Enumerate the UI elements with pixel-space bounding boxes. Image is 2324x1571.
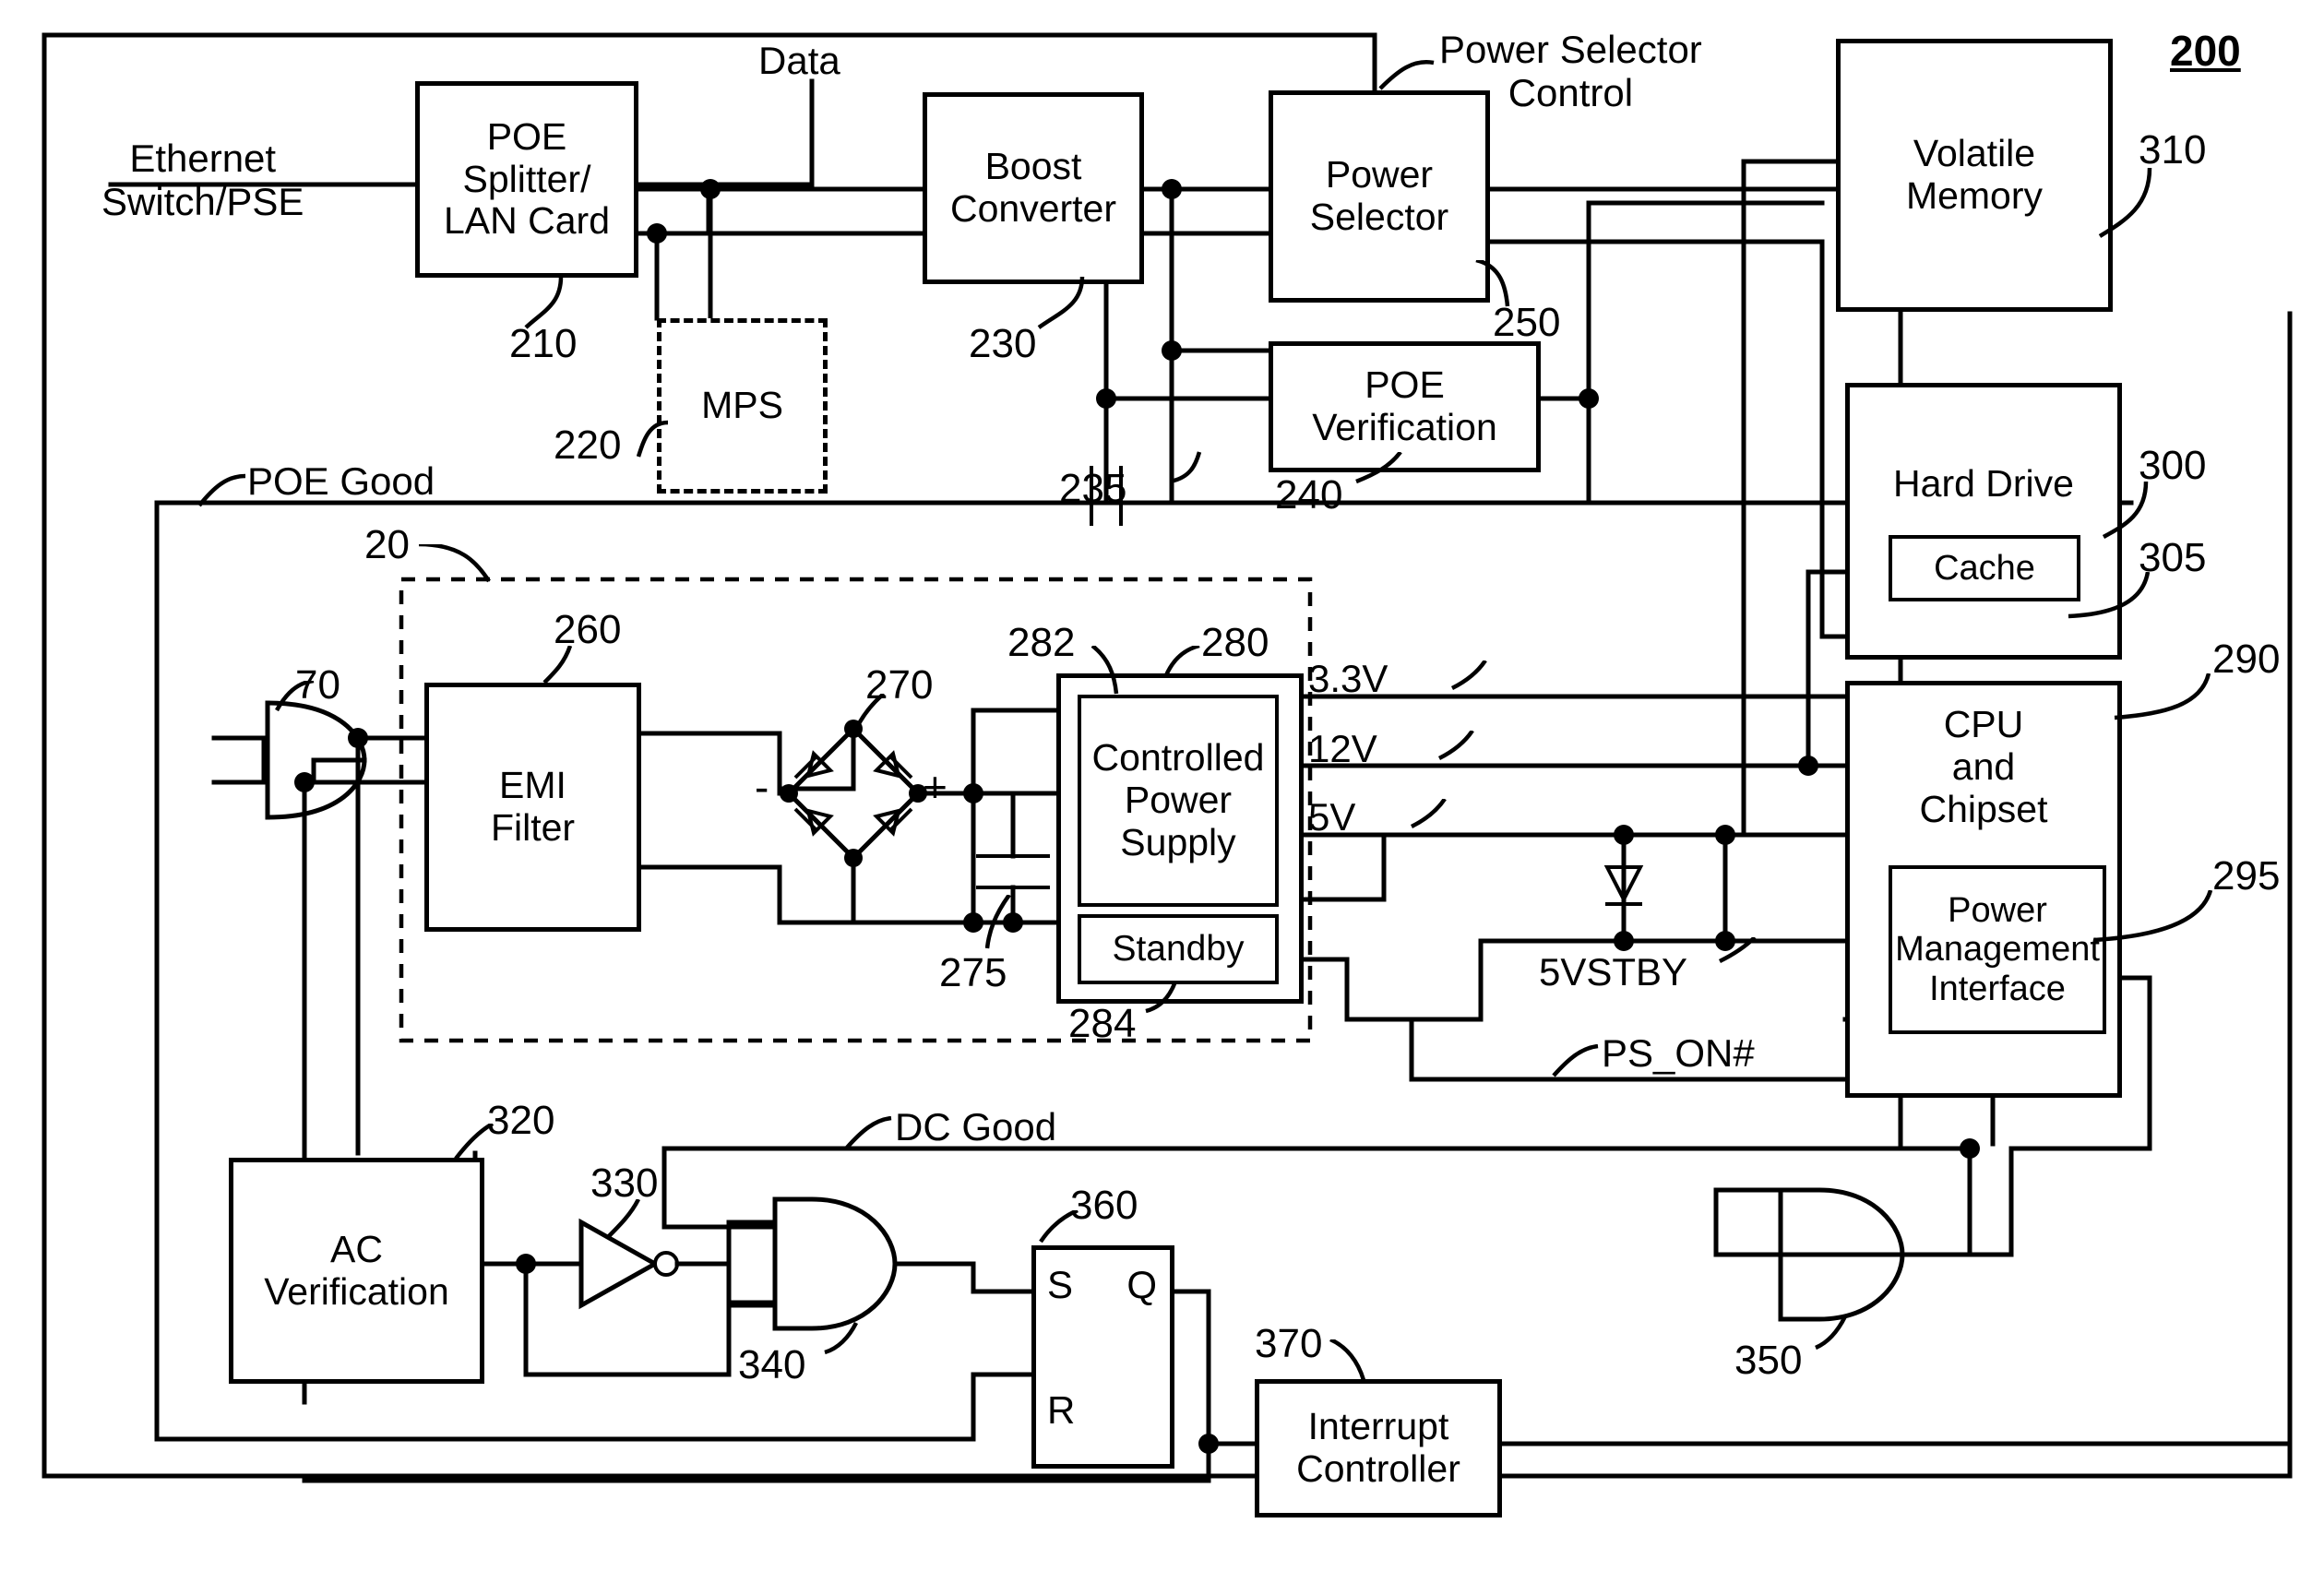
ref-360-leader	[1039, 1210, 1079, 1244]
ref-282: 282	[1007, 620, 1076, 665]
block-poe-verification-label: POE Verification	[1312, 363, 1497, 448]
block-mps-label: MPS	[701, 384, 783, 427]
stby-leader	[1718, 937, 1757, 964]
block-cpu-chipset[interactable]: CPU and Chipset Power Management Interfa…	[1845, 681, 2122, 1098]
block-power-selector-label: Power Selector	[1309, 153, 1449, 238]
block-cache-label: Cache	[1934, 548, 2035, 588]
block-cache[interactable]: Cache	[1889, 535, 2080, 601]
rail-5v-leader	[1410, 799, 1447, 829]
ref-340-leader	[824, 1321, 859, 1355]
block-controlled-power-supply-label: Controlled Power Supply	[1091, 736, 1265, 863]
ref-284: 284	[1068, 1001, 1137, 1046]
ref-20-leader	[418, 544, 491, 583]
ref-230: 230	[969, 321, 1037, 366]
signal-5vstby: 5VSTBY	[1539, 950, 1688, 994]
block-emi-filter[interactable]: EMI Filter	[424, 683, 641, 932]
patent-figure-canvas: .w{stroke:#000;stroke-width:5;fill:none;…	[0, 0, 2324, 1571]
ref-275-leader	[985, 895, 1011, 949]
ps-on-leader	[1552, 1044, 1599, 1077]
block-power-management-interface-label: Power Management Interface	[1895, 890, 2100, 1008]
ref-20: 20	[364, 522, 410, 567]
ref-240: 240	[1275, 472, 1343, 518]
block-standby[interactable]: Standby	[1078, 914, 1279, 984]
block-volatile-memory[interactable]: Volatile Memory	[1836, 39, 2113, 312]
ref-280-leader	[1163, 646, 1200, 676]
ref-282-leader	[1090, 646, 1119, 695]
signal-rail-12v: 12V	[1308, 727, 1377, 770]
dc-good-leader	[845, 1116, 892, 1149]
signal-rail-3v3: 3.3V	[1308, 657, 1388, 700]
block-controlled-power-supply-outer[interactable]: Controlled Power Supply Standby	[1056, 673, 1304, 1004]
block-hard-drive-label: Hard Drive	[1893, 462, 2074, 505]
ref-295: 295	[2212, 853, 2281, 899]
figure-reference-200: 200	[2170, 27, 2241, 75]
ref-295-leader	[2093, 890, 2213, 943]
sr-latch-q-label: Q	[1126, 1263, 1157, 1306]
block-boost-converter-label: Boost Converter	[949, 145, 1116, 230]
block-poe-splitter-label: POE Splitter/ LAN Card	[443, 114, 610, 243]
ref-235-leader	[1169, 451, 1202, 484]
rail-12v-leader	[1437, 731, 1474, 761]
ref-235: 235	[1059, 466, 1127, 511]
rectifier-plus-label: +	[923, 763, 947, 811]
sr-latch-r-label: R	[1047, 1388, 1076, 1432]
ref-370-leader	[1329, 1339, 1366, 1381]
block-sr-latch[interactable]: S Q R	[1031, 1245, 1174, 1469]
block-controlled-power-supply[interactable]: Controlled Power Supply	[1078, 695, 1279, 907]
ref-275: 275	[939, 950, 1007, 995]
block-standby-label: Standby	[1112, 929, 1245, 970]
ref-270-leader	[853, 694, 886, 731]
block-cpu-chipset-label: CPU and Chipset	[1919, 703, 2048, 830]
ref-330-leader	[605, 1199, 641, 1240]
block-emi-filter-label: EMI Filter	[490, 764, 576, 849]
block-interrupt-controller[interactable]: Interrupt Controller	[1255, 1379, 1502, 1517]
block-ac-verification-label: AC Verification	[264, 1227, 449, 1313]
ref-370: 370	[1255, 1321, 1323, 1366]
ref-240-leader	[1355, 452, 1402, 484]
signal-rail-5v: 5V	[1308, 795, 1356, 839]
signal-ethernet-source: Ethernet Switch/PSE	[101, 137, 304, 224]
ref-284-leader	[1145, 981, 1178, 1014]
signal-data: Data	[758, 39, 840, 82]
signal-dc-good: DC Good	[895, 1105, 1057, 1148]
ref-350: 350	[1734, 1338, 1803, 1383]
ref-210-leader	[524, 277, 564, 329]
ref-70-leader	[275, 681, 315, 712]
block-power-management-interface[interactable]: Power Management Interface	[1889, 865, 2106, 1034]
block-interrupt-controller-label: Interrupt Controller	[1296, 1405, 1460, 1490]
ref-305-leader	[2068, 572, 2151, 619]
block-mps[interactable]: MPS	[657, 318, 828, 494]
block-power-selector[interactable]: Power Selector	[1269, 90, 1490, 303]
ref-230-leader	[1037, 277, 1085, 329]
rail-3v3-leader	[1450, 661, 1487, 691]
block-boost-converter[interactable]: Boost Converter	[923, 92, 1144, 284]
ref-260-leader	[542, 646, 573, 684]
ref-290-leader	[2114, 673, 2211, 720]
signal-ps-on: PS_ON#	[1602, 1031, 1755, 1075]
ref-310: 310	[2139, 127, 2207, 173]
ref-220: 220	[554, 423, 622, 468]
poe-good-leader	[197, 473, 246, 507]
rectifier-minus-label: -	[755, 763, 769, 811]
signal-power-selector-control: Power Selector Control	[1439, 28, 1702, 115]
block-volatile-memory-label: Volatile Memory	[1905, 132, 2044, 217]
signal-poe-good: POE Good	[247, 459, 435, 503]
block-ac-verification[interactable]: AC Verification	[229, 1158, 484, 1384]
block-poe-splitter[interactable]: POE Splitter/ LAN Card	[415, 81, 638, 278]
sr-latch-s-label: S	[1047, 1263, 1074, 1306]
ref-340: 340	[738, 1342, 806, 1387]
ref-320-leader	[454, 1124, 495, 1160]
ref-290: 290	[2212, 637, 2281, 682]
ref-250-leader	[1475, 260, 1510, 307]
ref-350-leader	[1815, 1315, 1848, 1351]
ref-310-leader	[2098, 168, 2152, 238]
ref-220-leader	[637, 420, 669, 458]
psc-leader	[1378, 60, 1435, 90]
